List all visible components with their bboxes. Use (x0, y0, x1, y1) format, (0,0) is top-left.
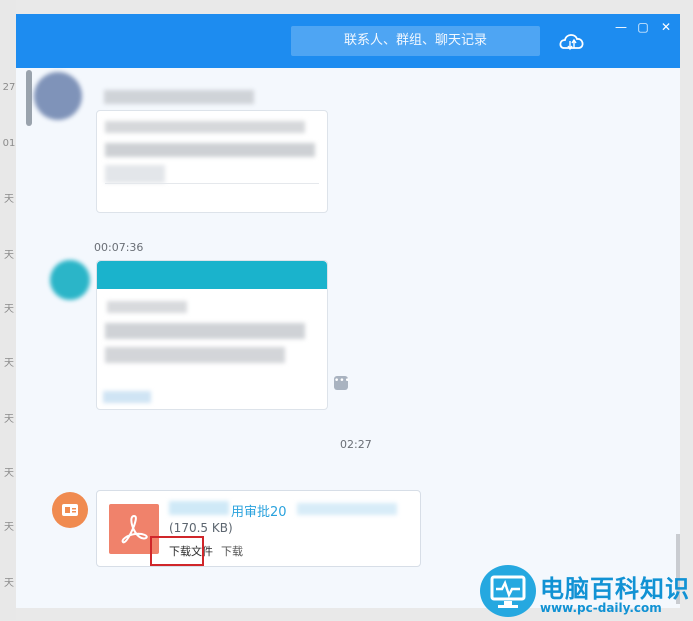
date-label: 27 (2, 82, 16, 93)
brand-title: 电脑百科知识 (540, 575, 690, 603)
brand-url: www.pc-daily.com (540, 601, 662, 615)
cloud-sync-icon[interactable] (556, 28, 588, 54)
redacted-filename (297, 503, 397, 515)
redacted-text (105, 121, 305, 133)
date-label: 天 (4, 414, 14, 425)
file-name[interactable]: 用审批20 (231, 501, 287, 520)
more-icon[interactable]: ••• (334, 376, 350, 390)
app-avatar-icon[interactable] (52, 492, 88, 528)
card-header (97, 261, 327, 289)
title-bar: 联系人、群组、聊天记录 — ▢ ✕ (16, 14, 680, 68)
redacted-text (107, 301, 187, 313)
redacted-text (105, 165, 165, 183)
maximize-icon[interactable]: ▢ (636, 20, 650, 34)
date-label: 01 (2, 138, 16, 149)
search-input[interactable]: 联系人、群组、聊天记录 (291, 26, 540, 56)
monitor-logo-icon (480, 565, 536, 617)
redacted-text (105, 323, 305, 339)
redacted-filename (169, 501, 229, 515)
message-time: 00:07:36 (94, 241, 144, 254)
message-card[interactable] (96, 110, 328, 213)
avatar[interactable] (34, 72, 82, 120)
message-time: 02:27 (340, 438, 372, 451)
divider (105, 183, 319, 184)
date-label: 天 (4, 304, 14, 315)
file-message-card[interactable]: 用审批20 (170.5 KB) 下载文件 下载 (96, 490, 421, 567)
date-label: 天 (4, 578, 14, 589)
date-strip: 27 01 天 天 天 天 天 天 天 天 (0, 0, 16, 620)
redacted-link (103, 391, 151, 403)
scrollbar-thumb[interactable] (26, 70, 32, 126)
date-label: 天 (4, 194, 14, 205)
watermark-logo: 电脑百科知识 www.pc-daily.com (480, 563, 693, 620)
redacted-text (105, 347, 285, 363)
message-card[interactable] (96, 260, 328, 410)
avatar[interactable] (50, 260, 90, 300)
file-size: (170.5 KB) (169, 521, 233, 535)
redacted-name (104, 90, 254, 104)
minimize-icon[interactable]: — (614, 20, 628, 34)
download-link[interactable]: 下载 (221, 543, 243, 559)
date-label: 天 (4, 250, 14, 261)
date-label: 天 (4, 358, 14, 369)
date-label: 天 (4, 468, 14, 479)
chat-window: 联系人、群组、聊天记录 — ▢ ✕ 00:07:36 ••• 02:27 用审批… (16, 14, 680, 608)
close-icon[interactable]: ✕ (659, 20, 673, 34)
redacted-text (105, 143, 315, 157)
highlight-box (150, 536, 204, 566)
date-label: 天 (4, 522, 14, 533)
